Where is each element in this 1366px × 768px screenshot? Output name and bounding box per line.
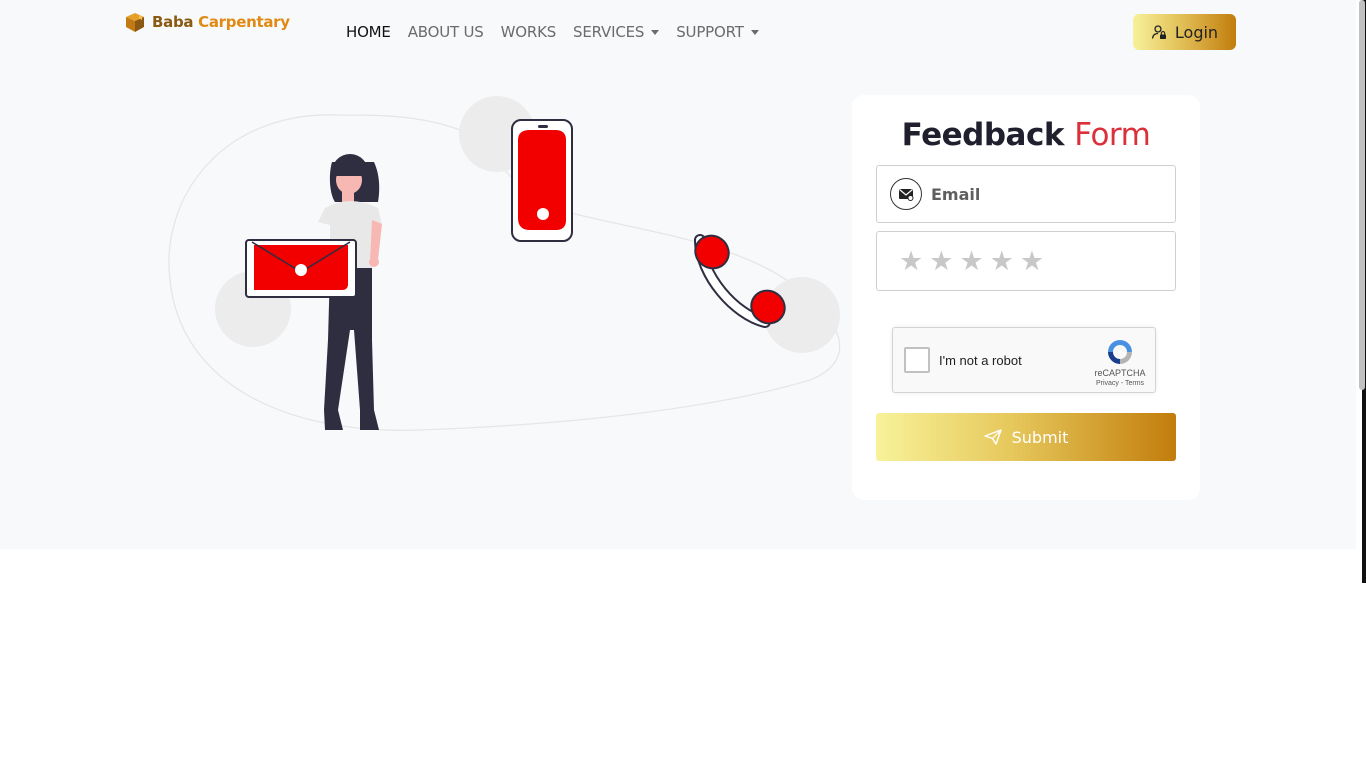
scrollbar-thumb[interactable]: [1359, 0, 1365, 390]
nav-services-label: SERVICES: [573, 23, 645, 41]
star-rating[interactable]: ★ ★ ★ ★ ★: [876, 231, 1176, 291]
telephone-handset-icon: [694, 234, 786, 328]
star-icon[interactable]: ★: [1020, 248, 1044, 275]
nav-support-label: SUPPORT: [676, 23, 744, 41]
recaptcha-brand: reCAPTCHA: [1094, 368, 1146, 378]
login-label: Login: [1174, 22, 1219, 42]
brand-name-part2: Carpentary: [198, 13, 290, 31]
star-icon[interactable]: ★: [899, 248, 923, 275]
nav-support-dropdown[interactable]: SUPPORT: [676, 23, 759, 41]
envelope-illustration-icon: [245, 239, 357, 298]
page: Baba Carpentary HOME ABOUT US WORKS SERV…: [0, 0, 1366, 768]
form-title: Feedback Form: [852, 117, 1200, 153]
main-nav: HOME ABOUT US WORKS SERVICES SUPPORT: [346, 20, 759, 44]
caret-down-icon: [750, 29, 759, 35]
brand-name: Baba Carpentary: [152, 13, 290, 31]
login-button[interactable]: Login: [1133, 14, 1236, 50]
feedback-form-card: Feedback Form ★ ★ ★ ★ ★ I'm not a robot: [852, 95, 1200, 500]
star-icon[interactable]: ★: [929, 248, 953, 275]
nav-works-label: WORKS: [500, 23, 557, 41]
nav-about-us[interactable]: ABOUT US: [408, 23, 484, 41]
recaptcha-label: I'm not a robot: [939, 353, 1022, 368]
form-title-part1: Feedback: [901, 117, 1065, 153]
submit-label: Submit: [1011, 427, 1069, 447]
recaptcha-checkbox[interactable]: [904, 347, 930, 373]
submit-button[interactable]: Submit: [876, 413, 1176, 461]
recaptcha-logo-icon: [1108, 340, 1132, 364]
box-logo-icon: [126, 13, 144, 32]
email-input[interactable]: [931, 184, 1151, 204]
nav-home-label: HOME: [346, 23, 391, 41]
user-lock-icon: [1151, 25, 1166, 39]
brand-logo-link[interactable]: Baba Carpentary: [124, 9, 290, 35]
star-icon[interactable]: ★: [959, 248, 983, 275]
nav-about-us-label: ABOUT US: [407, 23, 484, 41]
form-title-part2: Form: [1074, 117, 1151, 153]
recaptcha-widget: I'm not a robot reCAPTCHA Privacy - Term…: [892, 327, 1156, 393]
smartphone-icon: [511, 119, 573, 242]
nav-home[interactable]: HOME: [346, 23, 391, 41]
brand-name-part1: Baba: [152, 13, 194, 31]
caret-down-icon: [651, 29, 660, 35]
email-field[interactable]: [876, 165, 1176, 223]
recaptcha-privacy-terms[interactable]: Privacy - Terms: [1083, 380, 1157, 387]
send-icon: [983, 429, 1002, 445]
star-icon[interactable]: ★: [990, 248, 1014, 275]
nav-works[interactable]: WORKS: [500, 23, 557, 41]
nav-services-dropdown[interactable]: SERVICES: [573, 23, 660, 41]
envelope-icon: [890, 178, 922, 210]
contact-illustration: [168, 96, 841, 431]
